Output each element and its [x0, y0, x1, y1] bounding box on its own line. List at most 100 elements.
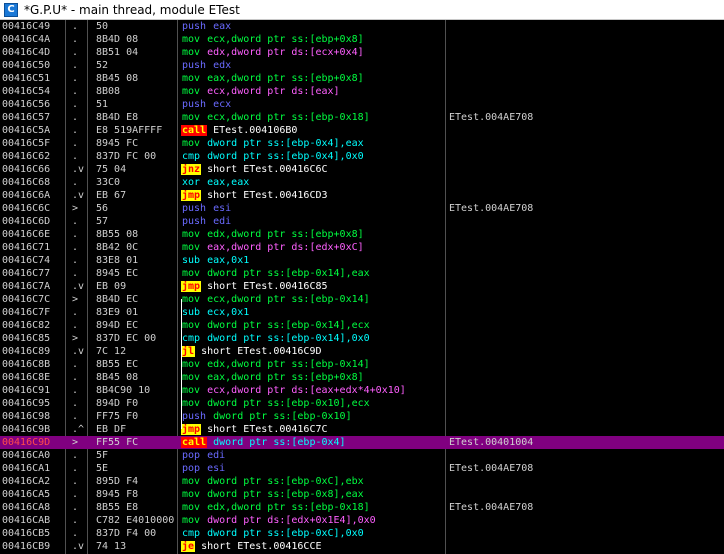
disasm-row[interactable]: 00416C7A .v EB 09 jmp short ETest.00416C85 — [0, 280, 724, 293]
instruction-cell: xor eax,eax — [181, 176, 446, 189]
disasm-row[interactable]: 00416C71. 8B42 0C mov eax,dword ptr ds:[ed… — [0, 241, 724, 254]
jump-marker: . — [72, 372, 79, 383]
operands: ecx,dword ptr ss:[ebp-0x18] — [207, 112, 370, 123]
jump-marker: . — [72, 34, 79, 45]
address-cell: 00416CA2 — [2, 476, 51, 487]
hex-bytes-cell: 5E — [96, 463, 109, 474]
hex-bytes-cell: 837D EC 00 — [96, 333, 157, 344]
disasm-row[interactable]: 00416C85 >837D EC 00 cmp dword ptr ss:[ebp… — [0, 332, 724, 345]
operands: eax — [213, 21, 232, 32]
address-cell: 00416CA1 — [2, 463, 51, 474]
disasm-row[interactable]: 00416C77. 8945 EC mov dword ptr ss:[ebp-0x… — [0, 267, 724, 280]
address-cell: 00416C6D — [2, 216, 51, 227]
operands: dword ptr ss:[ebp-0xC],0x0 — [207, 528, 364, 539]
disasm-row[interactable]: 00416CA5. 8945 F8 mov dword ptr ss:[ebp-0x… — [0, 488, 724, 501]
comment-cell: ETest.004AE708 — [449, 112, 534, 123]
operands: edx — [213, 60, 232, 71]
instruction-cell: push esi — [181, 202, 446, 215]
instruction-cell: je short ETest.00416CCE — [181, 540, 446, 553]
operands: edi — [207, 450, 226, 461]
disasm-row[interactable]: 00416C68. 33C0 xor eax,eax — [0, 176, 724, 189]
disasm-row[interactable]: 00416C54. 8B08 mov ecx,dword ptr ds:[eax] — [0, 85, 724, 98]
disasm-row[interactable]: 00416C9D > FF55 FC call dword ptr ss:[ebp-0… — [0, 436, 724, 449]
instruction-cell: mov ecx,dword ptr ds:[eax+edx*4+0x10] — [181, 384, 446, 397]
disasm-row[interactable]: 00416C74. 83E8 01 sub eax,0x1 — [0, 254, 724, 267]
disasm-row[interactable]: 00416C5F. 8945 FC mov dword ptr ss:[ebp-0x… — [0, 137, 724, 150]
disasm-row[interactable]: 00416C49. 50 push eax — [0, 20, 724, 33]
instruction-cell: mov eax,dword ptr ss:[ebp+0x8] — [181, 371, 446, 384]
disasm-row[interactable]: 00416C4A. 8B4D 08 mov ecx,dword ptr ss:[eb… — [0, 33, 724, 46]
operands: edx,dword ptr ss:[ebp-0x18] — [207, 502, 370, 513]
operands: dword ptr ss:[ebp-0x4],0x0 — [207, 151, 364, 162]
disasm-row[interactable]: 00416C95. 894D F0 mov dword ptr ss:[ebp-0x… — [0, 397, 724, 410]
instruction-cell: mov dword ptr ss:[ebp-0x10],ecx — [181, 397, 446, 410]
address-cell: 00416C9B — [2, 424, 51, 435]
disasm-row[interactable]: 00416C89 .v 7C 12 jl short ETest.00416C9D — [0, 345, 724, 358]
disasm-row[interactable]: 00416C8B. 8B55 EC mov edx,dword ptr ss:[eb… — [0, 358, 724, 371]
mnemonic: push — [182, 60, 207, 71]
hex-bytes-cell: 56 — [96, 203, 109, 214]
disasm-row[interactable]: 00416C56. 51 push ecx — [0, 98, 724, 111]
disasm-row[interactable]: 00416C62. 837D FC 00 cmp dword ptr ss:[ebp… — [0, 150, 724, 163]
disasm-row[interactable]: 00416C7C >8B4D EC mov ecx,dword ptr ss:[eb… — [0, 293, 724, 306]
operands: ecx — [213, 99, 232, 110]
address-cell: 00416C6C — [2, 203, 51, 214]
disasm-row[interactable]: 00416C6E. 8B55 08 mov edx,dword ptr ss:[eb… — [0, 228, 724, 241]
disasm-row[interactable]: 00416C7F. 83E9 01 sub ecx,0x1 — [0, 306, 724, 319]
operands: dword ptr ss:[ebp-0x10] — [213, 411, 352, 422]
operands: ecx,0x1 — [207, 307, 250, 318]
disasm-row[interactable]: 00416CAB. C782 E4010000 mov dword ptr ds:[… — [0, 514, 724, 527]
disasm-row[interactable]: 00416CA0. 5F pop edi — [0, 449, 724, 462]
disasm-row[interactable]: 00416C8E. 8B45 08 mov eax,dword ptr ss:[eb… — [0, 371, 724, 384]
address-cell: 00416CA0 — [2, 450, 51, 461]
instruction-cell: push edx — [181, 59, 446, 72]
jump-marker: . — [72, 502, 79, 513]
operands: eax,eax — [207, 177, 250, 188]
disasm-row[interactable]: 00416C9B .^ EB DF jmp short ETest.00416C7C — [0, 423, 724, 436]
window-title: *G.P.U* - main thread, module ETest — [24, 2, 240, 17]
app-icon: C — [4, 2, 18, 17]
instruction-cell: mov dword ptr ss:[ebp-0x4],eax — [181, 137, 446, 150]
address-cell: 00416CB5 — [2, 528, 51, 539]
operands: short ETest.00416C9D — [201, 346, 322, 357]
instruction-cell: mov edx,dword ptr ss:[ebp+0x8] — [181, 228, 446, 241]
hex-bytes-cell: FF55 FC — [96, 437, 139, 448]
address-cell: 00416C62 — [2, 151, 51, 162]
hex-bytes-cell: 8945 FC — [96, 138, 139, 149]
hex-bytes-cell: 8B55 E8 — [96, 502, 139, 513]
mnemonic: jmp — [181, 281, 202, 292]
operands: dword ptr ds:[edx+0x1E4],0x0 — [207, 515, 376, 526]
hex-bytes-cell: 895D F4 — [96, 476, 139, 487]
hex-bytes-cell: EB DF — [96, 424, 127, 435]
disasm-row[interactable]: 00416CA8. 8B55 E8 mov edx,dword ptr ss:[eb… — [0, 501, 724, 514]
disasm-row[interactable]: 00416C98. FF75 F0 push dword ptr ss:[ebp-0… — [0, 410, 724, 423]
instruction-cell: mov ecx,dword ptr ss:[ebp+0x8] — [181, 33, 446, 46]
disasm-row[interactable]: 00416CB9 .v 74 13 je short ETest.00416CCE — [0, 540, 724, 553]
loop-bracket — [181, 299, 186, 429]
disasm-row[interactable]: 00416C6D. 57 push edi — [0, 215, 724, 228]
mnemonic: push — [182, 216, 207, 227]
disasm-row[interactable]: 00416C50. 52 push edx — [0, 59, 724, 72]
disasm-row[interactable]: 00416C51. 8B45 08 mov eax,dword ptr ss:[eb… — [0, 72, 724, 85]
disasm-row[interactable]: 00416C5A. E8 519AFFFF call ETest.004106B0 — [0, 124, 724, 137]
disasm-row[interactable]: 00416C57. 8B4D E8 mov ecx,dword ptr ss:[eb… — [0, 111, 724, 124]
disasm-row[interactable]: 00416CB5. 837D F4 00 cmp dword ptr ss:[ebp… — [0, 527, 724, 540]
disasm-row[interactable]: 00416CA1. 5E pop esi ETest.004AE708 — [0, 462, 724, 475]
disasm-row[interactable]: 00416C6C >56 push esi ETest.004AE708 — [0, 202, 724, 215]
disasm-row[interactable]: 00416C66 .v 75 04 jnz short ETest.00416C6C — [0, 163, 724, 176]
address-cell: 00416C4A — [2, 34, 51, 45]
jump-marker: . — [72, 489, 79, 500]
hex-bytes-cell: 8B51 04 — [96, 47, 139, 58]
address-cell: 00416C7A — [2, 281, 51, 292]
disasm-row[interactable]: 00416CA2. 895D F4 mov dword ptr ss:[ebp-0x… — [0, 475, 724, 488]
disasm-row[interactable]: 00416C4D. 8B51 04 mov edx,dword ptr ds:[ec… — [0, 46, 724, 59]
hex-bytes-cell: 83E8 01 — [96, 255, 139, 266]
disasm-row[interactable]: 00416C6A .v EB 67 jmp short ETest.00416CD3 — [0, 189, 724, 202]
hex-bytes-cell: 52 — [96, 60, 109, 71]
comment-cell: ETest.004AE708 — [449, 203, 534, 214]
address-cell: 00416C56 — [2, 99, 51, 110]
disasm-row[interactable]: 00416C82. 894D EC mov dword ptr ss:[ebp-0x… — [0, 319, 724, 332]
disassembly-pane[interactable]: 00416C49. 50 push eax 00416C4A. 8B4D 08 mov e… — [0, 20, 724, 554]
disasm-row[interactable]: 00416C91. 8B4C90 10 mov ecx,dword ptr ds:[… — [0, 384, 724, 397]
hex-bytes-cell: 33C0 — [96, 177, 121, 188]
